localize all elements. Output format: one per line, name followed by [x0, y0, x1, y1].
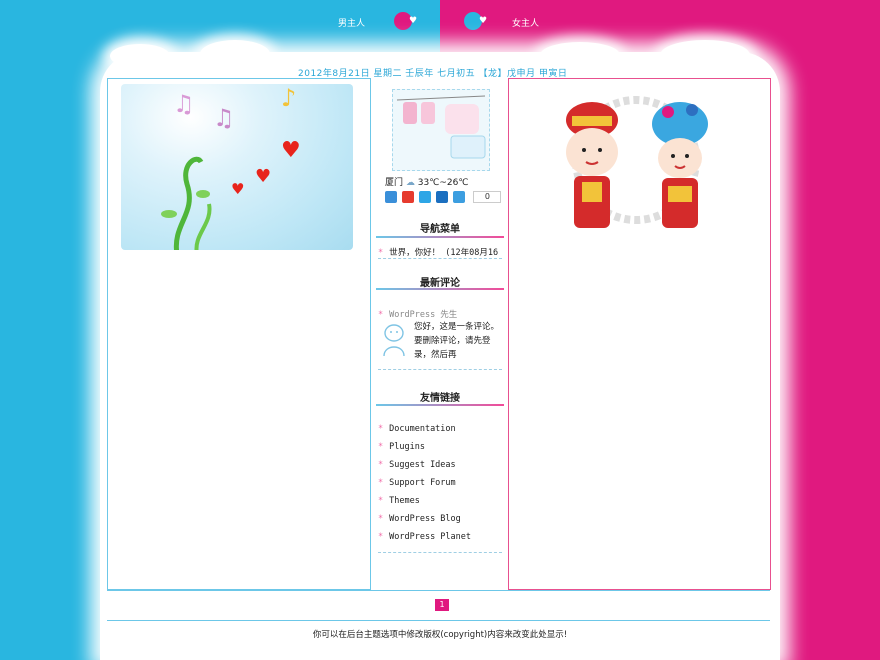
- share-count: 0: [473, 191, 502, 203]
- couple-illustration: [566, 96, 708, 228]
- link-item-wordpress-blog[interactable]: WordPress Blog: [378, 514, 461, 524]
- divider: [107, 590, 770, 591]
- weather-city: 厦门: [385, 178, 404, 188]
- title-divider: [376, 404, 504, 406]
- music-note-icon: ♫: [213, 104, 235, 132]
- share-tencent-icon[interactable]: [418, 191, 431, 203]
- female-avatar-icon[interactable]: ♥: [453, 12, 493, 56]
- cloud-edge: [200, 40, 270, 68]
- pagination-current[interactable]: 1: [435, 599, 449, 611]
- link-item-support-forum[interactable]: Support Forum: [378, 478, 456, 488]
- share-qzone-icon[interactable]: [385, 191, 397, 203]
- divider: [107, 620, 770, 621]
- male-owner-label[interactable]: 男主人: [338, 16, 365, 29]
- comment-author-link[interactable]: WordPress 先生: [378, 308, 457, 320]
- link-item-plugins[interactable]: Plugins: [378, 442, 425, 452]
- link-item-suggest-ideas[interactable]: Suggest Ideas: [378, 460, 456, 470]
- divider: [378, 258, 502, 259]
- weather-temperature: 33℃~26℃: [417, 178, 469, 188]
- cloud-edge: [660, 40, 750, 70]
- sidebar-photo: [392, 89, 490, 171]
- music-note-icon: ♪: [281, 84, 297, 112]
- music-note-icon: ♫: [173, 90, 195, 118]
- cloud-edge: [110, 44, 170, 68]
- comment-text: 您好，这是一条评论。要删除评论，请先登录，然后再: [414, 322, 500, 360]
- vine-icon: [161, 156, 212, 250]
- link-item-wordpress-planet[interactable]: WordPress Planet: [378, 532, 471, 542]
- heart-icon: ♥: [231, 180, 245, 198]
- share-bar: 0: [385, 191, 502, 203]
- recent-comments-title: 最新评论: [420, 278, 460, 289]
- footer-copyright: 你可以在后台主题选项中修改版权(copyright)内容来改变此处显示!: [312, 630, 568, 640]
- nav-menu-list: 世界，你好！ (12年08月16: [378, 246, 502, 256]
- share-more-icon[interactable]: [452, 191, 465, 203]
- female-owner-label[interactable]: 女主人: [512, 16, 539, 29]
- title-divider: [376, 236, 504, 238]
- share-renren-icon[interactable]: [435, 191, 448, 203]
- cloud-weather-icon: ☁: [405, 178, 415, 188]
- heart-icon: ♥: [281, 138, 301, 163]
- nav-menu-title: 导航菜单: [420, 224, 460, 235]
- weather-widget: 厦门 ☁ 33℃~26℃: [385, 175, 468, 188]
- cloud-edge: [540, 42, 620, 68]
- share-weibo-icon[interactable]: [401, 191, 414, 203]
- banner-image: ♫ ♫ ♪ ♥ ♥ ♥: [121, 84, 353, 250]
- comment-avatar-icon: [383, 324, 405, 356]
- heart-icon: ♥: [255, 166, 272, 187]
- male-avatar-icon[interactable]: ♥: [383, 12, 423, 56]
- divider: [378, 552, 502, 553]
- link-item-themes[interactable]: Themes: [378, 496, 420, 506]
- links-title: 友情链接: [420, 393, 460, 404]
- title-divider: [376, 288, 504, 290]
- nav-menu-item[interactable]: 世界，你好！ (12年08月16: [378, 246, 502, 256]
- divider: [378, 369, 502, 370]
- link-item-documentation[interactable]: Documentation: [378, 424, 456, 434]
